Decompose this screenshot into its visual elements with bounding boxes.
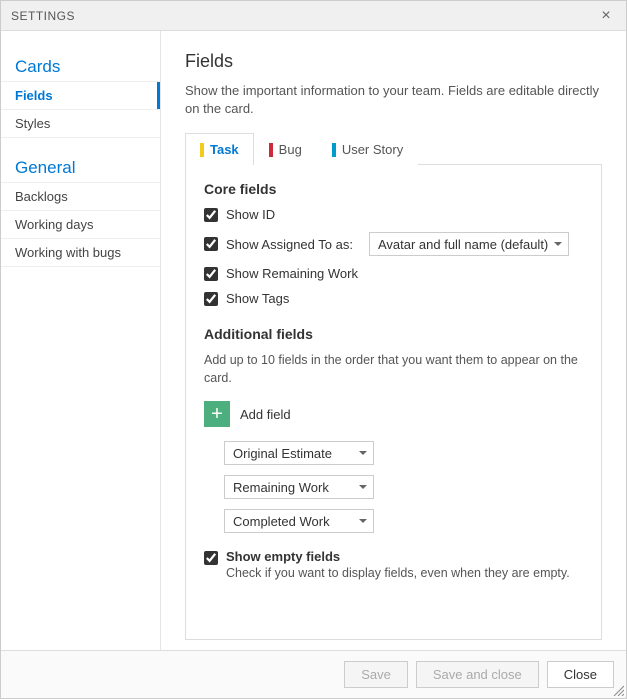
additional-field-value: Remaining Work [233,480,329,495]
user-story-color-icon [332,143,336,157]
sidebar-item-fields[interactable]: Fields [1,82,160,110]
core-fields-heading: Core fields [204,181,583,197]
show-id-checkbox[interactable] [204,208,218,222]
show-remaining-checkbox[interactable] [204,267,218,281]
add-field-label: Add field [240,407,291,422]
sidebar-heading-general: General [1,152,160,183]
sidebar-item-working-days[interactable]: Working days [1,211,160,239]
sidebar-item-styles[interactable]: Styles [1,110,160,138]
dialog-body: Cards Fields Styles General Backlogs Wor… [1,31,626,650]
sidebar-item-working-with-bugs[interactable]: Working with bugs [1,239,160,267]
main-panel: Fields Show the important information to… [161,31,626,650]
show-remaining-label: Show Remaining Work [226,266,358,281]
show-remaining-row: Show Remaining Work [204,266,583,281]
page-title: Fields [185,51,602,72]
additional-fields-sub: Add up to 10 fields in the order that yo… [204,352,583,387]
save-button[interactable]: Save [344,661,408,688]
titlebar: SETTINGS × [1,1,626,31]
tab-label: User Story [342,142,403,157]
additional-field-value: Completed Work [233,514,330,529]
sidebar-heading-cards: Cards [1,51,160,82]
dialog-footer: Save Save and close Close [1,650,626,698]
assigned-display-select[interactable]: Avatar and full name (default) [369,232,569,256]
page-description: Show the important information to your t… [185,82,602,118]
show-empty-fields-row: Show empty fields Check if you want to d… [204,549,583,580]
additional-field-select-0[interactable]: Original Estimate [224,441,374,465]
show-assigned-row: Show Assigned To as: Avatar and full nam… [204,232,583,256]
work-item-tabs: Task Bug User Story [185,132,602,165]
show-assigned-checkbox[interactable] [204,237,218,251]
show-tags-checkbox[interactable] [204,292,218,306]
titlebar-title: SETTINGS [11,9,75,23]
show-empty-fields-checkbox[interactable] [204,551,218,565]
plus-icon: + [204,401,230,427]
tab-task[interactable]: Task [185,133,254,165]
tab-label: Task [210,142,239,157]
additional-fields-heading: Additional fields [204,326,583,342]
show-id-row: Show ID [204,207,583,222]
tab-user-story[interactable]: User Story [317,133,418,165]
sidebar: Cards Fields Styles General Backlogs Wor… [1,31,161,650]
close-button[interactable]: Close [547,661,614,688]
task-color-icon [200,143,204,157]
sidebar-item-backlogs[interactable]: Backlogs [1,183,160,211]
assigned-display-value: Avatar and full name (default) [378,237,548,252]
show-tags-row: Show Tags [204,291,583,306]
show-tags-label: Show Tags [226,291,289,306]
show-empty-fields-sub: Check if you want to display fields, eve… [226,566,570,580]
tab-bug[interactable]: Bug [254,133,317,165]
settings-dialog: SETTINGS × Cards Fields Styles General B… [0,0,627,699]
close-icon[interactable]: × [596,7,616,25]
show-empty-fields-label: Show empty fields [226,549,570,564]
tab-label: Bug [279,142,302,157]
additional-field-select-1[interactable]: Remaining Work [224,475,374,499]
add-field-button[interactable]: + Add field [204,401,291,427]
save-and-close-button[interactable]: Save and close [416,661,539,688]
additional-field-value: Original Estimate [233,446,332,461]
additional-fields-list: Original Estimate Remaining Work Complet… [224,441,583,533]
tab-panel: Core fields Show ID Show Assigned To as:… [185,165,602,640]
show-id-label: Show ID [226,207,275,222]
bug-color-icon [269,143,273,157]
additional-field-select-2[interactable]: Completed Work [224,509,374,533]
show-assigned-label: Show Assigned To as: [226,237,353,252]
resize-handle-icon[interactable] [612,684,624,696]
